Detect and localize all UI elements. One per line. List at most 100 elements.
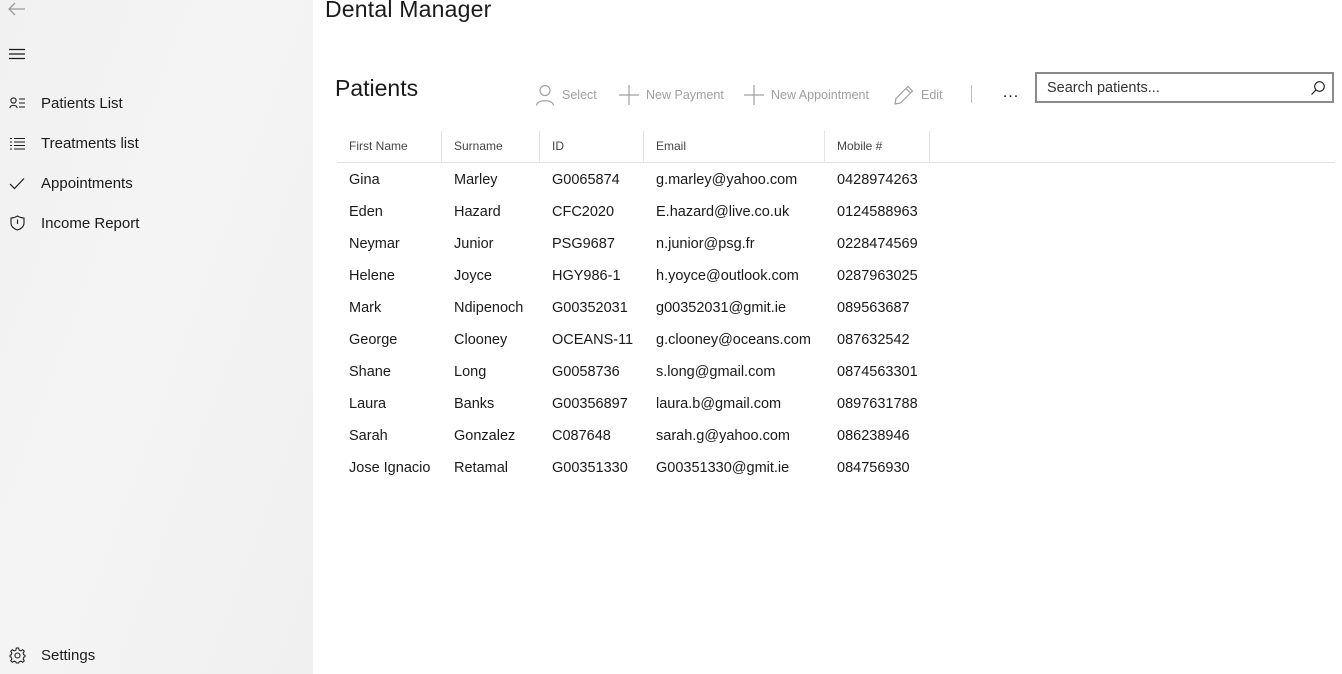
new-appointment-button[interactable]: New Appointment (743, 83, 869, 107)
cell-first-name: Sarah (349, 428, 388, 444)
cell-email: E.hazard@live.co.uk (656, 204, 790, 220)
cell-surname: Joyce (454, 268, 492, 284)
new-payment-button[interactable]: New Payment (618, 83, 724, 107)
table-row[interactable]: George Clooney OCEANS-11 g.clooney@ocean… (337, 323, 1335, 355)
app-window: Patients List Treatments list Appointmen… (0, 0, 1342, 674)
nav-item-income-report[interactable]: Income Report (0, 203, 313, 243)
column-header-surname[interactable]: Surname (442, 131, 540, 162)
table-row[interactable]: Laura Banks G00356897 laura.b@gmail.com … (337, 387, 1335, 419)
nav-item-settings[interactable]: Settings (0, 635, 313, 674)
checkmark-icon (8, 174, 26, 192)
command-bar-separator (971, 85, 972, 103)
edit-button[interactable]: Edit (893, 83, 943, 107)
table-row[interactable]: Sarah Gonzalez C087648 sarah.g@yahoo.com… (337, 419, 1335, 451)
cell-first-name: Mark (349, 300, 382, 316)
cell-mobile: 084756930 (837, 460, 910, 476)
cell-surname: Retamal (454, 460, 508, 476)
cell-email: g.marley@yahoo.com (656, 172, 798, 188)
cell-first-name: Shane (349, 364, 391, 380)
cell-mobile: 0874563301 (837, 364, 918, 380)
cell-surname: Clooney (454, 332, 508, 348)
cell-email: g00352031@gmit.ie (656, 300, 787, 316)
cell-first-name: Eden (349, 204, 383, 220)
table-row[interactable]: Helene Joyce HGY986-1 h.yoyce@outlook.co… (337, 259, 1335, 291)
cell-mobile: 0124588963 (837, 204, 918, 220)
nav-item-label: Patients List (41, 94, 123, 112)
column-header-id[interactable]: ID (540, 131, 644, 162)
menu-toggle-button[interactable] (6, 44, 28, 64)
search-box[interactable] (1035, 72, 1334, 103)
search-icon[interactable] (1310, 80, 1326, 96)
select-button[interactable]: Select (534, 83, 597, 107)
table-row[interactable]: Shane Long G0058736 s.long@gmail.com 087… (337, 355, 1335, 387)
cell-surname: Ndipenoch (454, 300, 524, 316)
cell-first-name: Jose Ignacio (349, 460, 431, 476)
back-arrow-icon (8, 2, 25, 16)
bulleted-list-icon (8, 134, 26, 152)
cell-email: g.clooney@oceans.com (656, 332, 811, 348)
shield-icon (8, 214, 26, 232)
edit-label: Edit (921, 88, 943, 102)
cell-mobile: 0897631788 (837, 396, 918, 412)
nav-item-label: Settings (41, 646, 96, 664)
cell-mobile: 0287963025 (837, 268, 918, 284)
cell-first-name: Neymar (349, 236, 400, 252)
cell-id: CFC2020 (552, 204, 615, 220)
table-row[interactable]: Eden Hazard CFC2020 E.hazard@live.co.uk … (337, 195, 1335, 227)
cell-id: HGY986-1 (552, 268, 621, 284)
select-label: Select (562, 88, 597, 102)
page-title: Patients (335, 75, 419, 101)
cell-surname: Hazard (454, 204, 501, 220)
cell-mobile: 089563687 (837, 300, 910, 316)
column-header-first-name[interactable]: First Name (337, 131, 442, 162)
table-row[interactable]: Jose Ignacio Retamal G00351330 G00351330… (337, 451, 1335, 483)
cell-id: G00356897 (552, 396, 628, 412)
cell-email: h.yoyce@outlook.com (656, 268, 799, 284)
cell-id: G0058736 (552, 364, 620, 380)
cell-mobile: 086238946 (837, 428, 910, 444)
nav-item-appointments[interactable]: Appointments (0, 163, 313, 203)
pencil-icon (893, 84, 915, 106)
nav-item-label: Appointments (41, 174, 133, 192)
nav-item-patients-list[interactable]: Patients List (0, 83, 313, 123)
search-input[interactable] (1037, 74, 1307, 101)
add-icon (743, 84, 765, 106)
navigation-pane: Patients List Treatments list Appointmen… (0, 0, 313, 674)
gear-icon (8, 646, 26, 664)
cell-email: sarah.g@yahoo.com (656, 428, 791, 444)
cell-first-name: Gina (349, 172, 380, 188)
hamburger-icon (9, 48, 25, 60)
app-title: Dental Manager (325, 0, 492, 22)
cell-mobile: 0228474569 (837, 236, 918, 252)
add-icon (618, 84, 640, 106)
nav-item-label: Treatments list (41, 134, 139, 152)
table-row[interactable]: Gina Marley G0065874 g.marley@yahoo.com … (337, 163, 1335, 195)
nav-item-treatments-list[interactable]: Treatments list (0, 123, 313, 163)
table-row[interactable]: Mark Ndipenoch G00352031 g00352031@gmit.… (337, 291, 1335, 323)
column-header-mobile[interactable]: Mobile # (825, 131, 930, 162)
cell-surname: Long (454, 364, 487, 380)
cell-email: s.long@gmail.com (656, 364, 776, 380)
new-payment-label: New Payment (646, 88, 724, 102)
cell-email: n.junior@psg.fr (656, 236, 755, 252)
cell-email: laura.b@gmail.com (656, 396, 782, 412)
back-button[interactable] (6, 0, 28, 18)
cell-first-name: Laura (349, 396, 387, 412)
cell-id: PSG9687 (552, 236, 615, 252)
cell-surname: Banks (454, 396, 495, 412)
cell-mobile: 087632542 (837, 332, 910, 348)
patients-table: First Name Surname ID Email Mobile # Gin… (337, 131, 1335, 483)
person-icon (534, 84, 556, 106)
cell-id: C087648 (552, 428, 611, 444)
cell-email: G00351330@gmit.ie (656, 460, 790, 476)
contact-list-icon (8, 94, 26, 112)
table-row[interactable]: Neymar Junior PSG9687 n.junior@psg.fr 02… (337, 227, 1335, 259)
cell-surname: Junior (454, 236, 494, 252)
cell-id: G0065874 (552, 172, 620, 188)
table-header: First Name Surname ID Email Mobile # (337, 131, 1335, 163)
column-header-email[interactable]: Email (644, 131, 825, 162)
new-appointment-label: New Appointment (771, 88, 869, 102)
cell-surname: Marley (454, 172, 498, 188)
cell-id: G00352031 (552, 300, 628, 316)
more-options-button[interactable]: ... (998, 82, 1024, 104)
